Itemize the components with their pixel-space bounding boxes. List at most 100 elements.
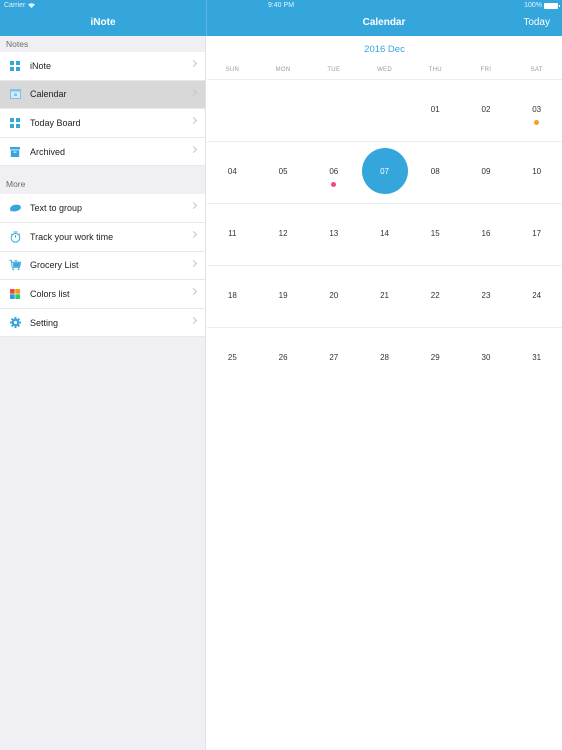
day-number: 07 [380,167,389,176]
calendar-day-cell[interactable]: 13 [308,204,359,265]
day-number: 10 [532,167,542,176]
calendar-day-cell[interactable]: 16 [461,204,512,265]
day-number: 23 [481,291,491,300]
sidebar-item-label: iNote [30,60,52,71]
calendar-day-cell[interactable]: 25 [207,328,258,390]
calendar-day-cell[interactable]: 23 [461,266,512,327]
top-bar: Carrier 9:40 PM 100% iNote Calendar Toda… [0,0,562,36]
day-number: 14 [380,229,389,238]
chevron-right-icon [189,316,198,324]
sidebar-title: iNote [90,17,116,28]
calendar-day-cell[interactable]: 28 [359,328,410,390]
sidebar-item-archived[interactable]: Archived [0,137,205,167]
day-number: 01 [430,105,440,114]
calendar-day-cell[interactable]: 03 [511,80,562,141]
calendar-icon [9,88,21,100]
calendar-day-cell[interactable]: 11 [207,204,258,265]
day-number: 20 [329,291,339,300]
chevron-right-icon [189,59,198,68]
day-number: 24 [532,291,542,300]
day-number: 06 [329,167,339,176]
calendar-day-cell[interactable]: 10 [511,142,562,203]
day-number: 28 [380,353,389,362]
sidebar-item-inote[interactable]: iNote [0,52,205,81]
day-number: 21 [380,291,389,300]
day-number: 30 [481,353,491,362]
calendar-day-cell[interactable]: 20 [308,266,359,327]
calendar-day-cell[interactable]: 27 [308,328,359,390]
chevron-right-icon [189,259,198,267]
day-number: 26 [278,353,288,362]
battery-percent: 100% [524,2,542,9]
chevron-right-icon [189,88,198,96]
chevron-right-icon [189,230,198,239]
calendar-day-cell[interactable]: 07 [359,142,410,203]
calendar-day-cell[interactable]: 18 [207,266,258,327]
day-number: 08 [430,167,440,176]
sidebar-item-label: Calendar [30,89,67,100]
sidebar-item-text-to-group[interactable]: Text to group [0,194,205,223]
sidebar-item-label: Setting [30,317,59,328]
month-label[interactable]: 2016 Dec [207,44,562,55]
day-number: 16 [481,229,491,238]
gear-icon [9,317,21,329]
calendar-day-cell[interactable]: 05 [258,142,309,203]
day-number: 29 [430,353,440,362]
weekday-label: THU [428,67,442,73]
calendar-day-cell[interactable]: 14 [359,204,410,265]
sidebar-item-calendar[interactable]: Calendar [0,80,205,110]
chat-bubble-icon [9,202,21,214]
calendar-day-cell[interactable]: 29 [410,328,461,390]
chevron-right-icon [189,202,198,210]
app-root: Carrier 9:40 PM 100% iNote Calendar Toda… [0,0,562,750]
calendar-day-cell[interactable]: 15 [410,204,461,265]
calendar-day-cell[interactable]: 17 [511,204,562,265]
calendar-empty-cell [308,80,359,141]
calendar-day-cell[interactable]: 24 [511,266,562,327]
calendar-day-cell[interactable]: 06 [308,142,359,203]
calendar-day-cell[interactable]: 12 [258,204,309,265]
calendar-day-cell[interactable]: 04 [207,142,258,203]
weekday-label: TUE [327,67,341,73]
today-button[interactable]: Today [523,17,550,28]
archive-icon [9,146,21,158]
calendar-day-cell[interactable]: 30 [461,328,512,390]
calendar-week-row: 04 05 06 07 08 09 10 [207,142,562,204]
calendar-day-cell[interactable]: 02 [461,80,512,141]
calendar-day-cell[interactable]: 31 [511,328,562,390]
grid-icon [9,117,21,129]
day-number: 03 [532,105,542,114]
calendar-day-cell[interactable]: 26 [258,328,309,390]
sidebar-item-grocery-list[interactable]: Grocery List [0,251,205,281]
sidebar-item-colors-list[interactable]: Colors list [0,280,205,309]
calendar-day-cell[interactable]: 22 [410,266,461,327]
sidebar-item-today-board[interactable]: Today Board [0,109,205,138]
day-number: 31 [532,353,542,362]
weekday-label: SAT [530,67,543,73]
calendar-day-cell[interactable]: 08 [410,142,461,203]
sidebar-item-track-work-time[interactable]: Track your work time [0,222,205,252]
calendar-day-cell[interactable]: 01 [410,80,461,141]
section-header-more: More [6,179,26,190]
sidebar-item-label: Archived [30,146,66,157]
sidebar-item-label: Colors list [30,288,70,299]
weekday-label: MON [275,67,291,73]
calendar-day-cell[interactable]: 09 [461,142,512,203]
shopping-cart-icon [9,259,21,271]
calendar-week-row: 01 02 03 [207,80,562,142]
day-number: 27 [329,353,339,362]
calendar-empty-cell [207,80,258,141]
calendar-day-cell[interactable]: 19 [258,266,309,327]
status-battery: 100% [524,2,560,9]
battery-icon [544,2,560,9]
day-number: 15 [430,229,440,238]
day-number: 11 [228,229,237,238]
color-squares-icon [9,288,21,300]
chevron-right-icon [189,117,198,125]
section-header-notes: Notes [6,39,29,49]
calendar-day-cell[interactable]: 21 [359,266,410,327]
day-number: 17 [532,229,542,238]
sidebar-item-setting[interactable]: Setting [0,308,205,338]
day-number: 12 [278,229,288,238]
day-number: 09 [481,167,491,176]
